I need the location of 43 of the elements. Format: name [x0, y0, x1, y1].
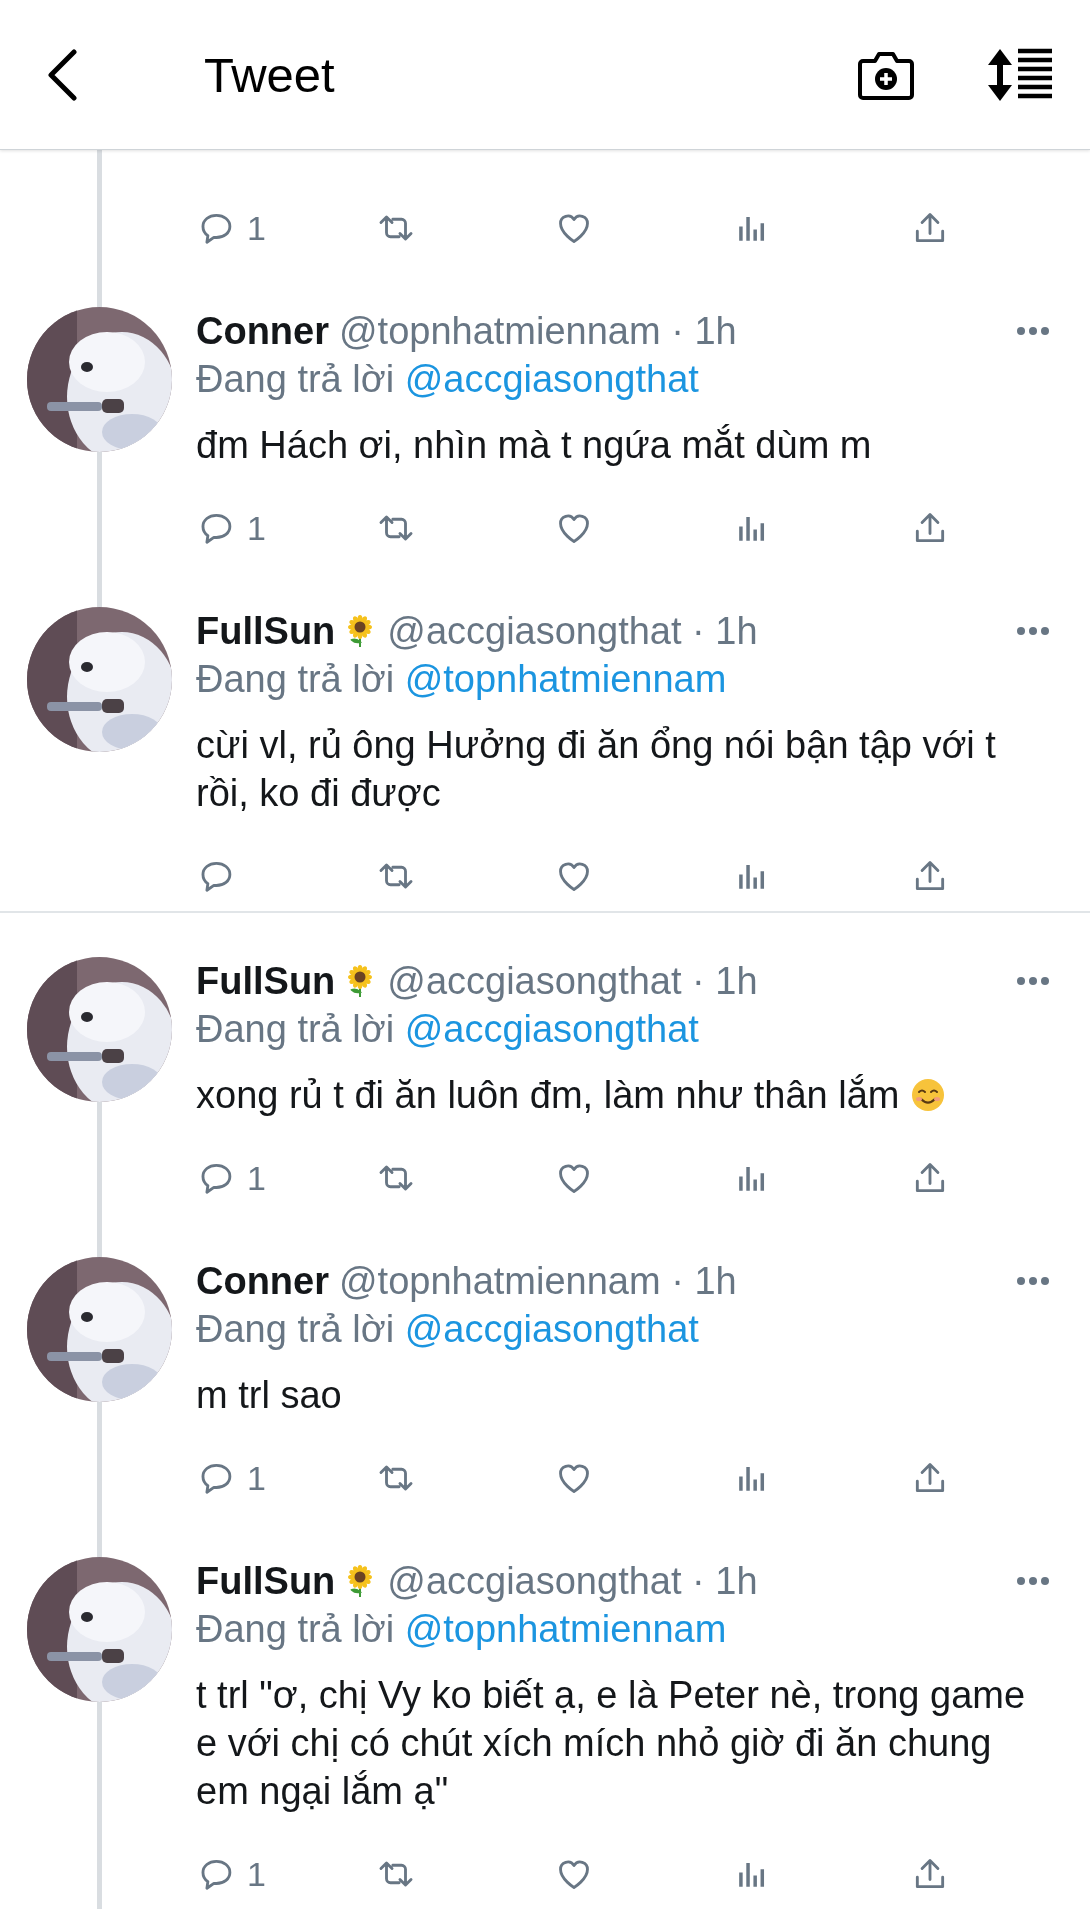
tweet-text: cừi vl, rủ ông Hưởng đi ăn ổng nói bận tập với t rồi, ko đi được — [196, 723, 997, 816]
more-button[interactable] — [1016, 626, 1050, 636]
back-icon — [46, 48, 78, 101]
reply-button[interactable]: 1 — [199, 1458, 266, 1498]
tweet-text: đm Hách ơi, nhìn mà t ngứa mắt dùm m — [196, 423, 872, 468]
more-icon — [1016, 976, 1050, 986]
mention-link[interactable]: @accgiasongthat — [404, 1308, 699, 1350]
page-title: Tweet — [204, 46, 336, 103]
mention-link[interactable]: @topnhatmiennam — [404, 1608, 727, 1650]
more-icon — [1016, 326, 1050, 336]
user-name: Conner — [196, 1259, 329, 1303]
more-button[interactable] — [1016, 1276, 1050, 1286]
replying-to-label: Đang trả lời — [196, 1008, 395, 1050]
mention-link[interactable]: @topnhatmiennam — [404, 658, 727, 700]
user-name: FullSun — [196, 1559, 336, 1603]
handle-and-time: @accgiasongthat · 1h — [387, 959, 759, 1003]
replying-to-label: Đang trả lời — [196, 1608, 395, 1650]
handle-and-time: @accgiasongthat · 1h — [387, 1559, 759, 1603]
more-button[interactable] — [1016, 326, 1050, 336]
user-name: FullSun — [196, 609, 336, 653]
replying-to-label: Đang trả lời — [196, 1308, 395, 1350]
reply-button[interactable]: 1 — [199, 508, 266, 548]
handle-and-time: @accgiasongthat · 1h — [387, 609, 759, 653]
tweet-text: xong rủ t đi ăn luôn đm, làm như thân lắm — [196, 1073, 900, 1118]
user-name: Conner — [196, 309, 329, 353]
mention-link[interactable]: @accgiasongthat — [404, 1008, 699, 1050]
replying-to-label: Đang trả lời — [196, 358, 395, 400]
tweet-text: t trl "ơ, chị Vy ko biết ạ, e là Peter nè, trong game e với chị có chút xích mích nhỏ giờ đi ăn chung em ngại lắm ạ" — [196, 1673, 1027, 1814]
tweet-text: m trl sao — [196, 1373, 342, 1418]
mention-link[interactable]: @accgiasongthat — [404, 358, 699, 400]
more-button[interactable] — [1016, 976, 1050, 986]
sort-icon — [987, 47, 1055, 102]
reply-button[interactable]: 1 — [199, 1854, 266, 1894]
more-button[interactable] — [1016, 1576, 1050, 1586]
replying-to-label: Đang trả lời — [196, 658, 395, 700]
reply-button[interactable]: 1 — [199, 208, 266, 248]
more-icon — [1016, 1276, 1050, 1286]
handle-and-time: @topnhatmiennam · 1h — [339, 309, 738, 353]
more-icon — [1016, 626, 1050, 636]
reply-button[interactable]: 1 — [199, 1158, 266, 1198]
user-name: FullSun — [196, 959, 336, 1003]
handle-and-time: @topnhatmiennam · 1h — [339, 1259, 738, 1303]
more-icon — [1016, 1576, 1050, 1586]
